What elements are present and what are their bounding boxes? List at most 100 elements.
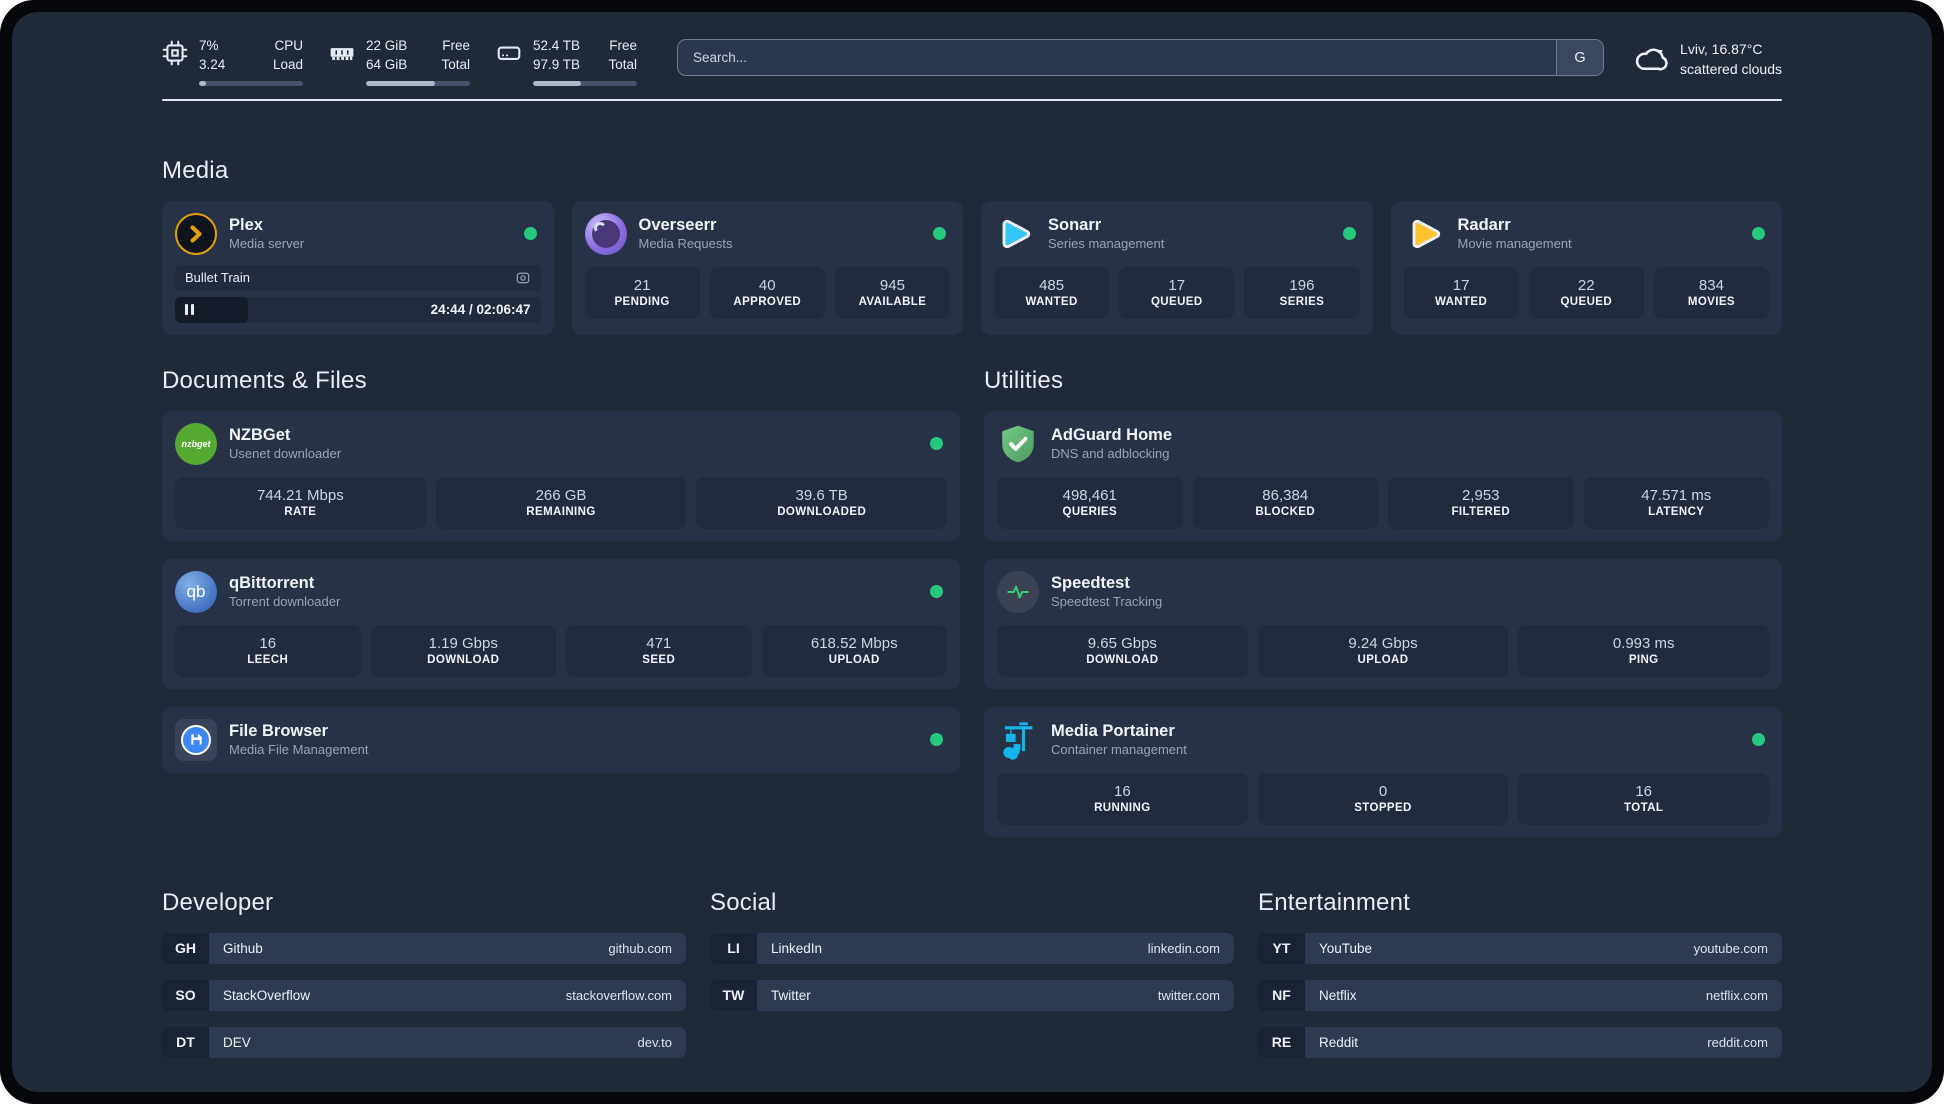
plex-card[interactable]: Plex Media server Bullet Train 24:44 / 0… [162, 200, 554, 335]
adguard-card[interactable]: AdGuard Home DNS and adblocking 498,461 Q… [984, 410, 1782, 541]
filebrowser-card[interactable]: File Browser Media File Management [162, 706, 960, 773]
overseerr-status-dot [933, 227, 946, 241]
cpu-load-label: Load [272, 56, 303, 72]
portainer-crane-icon [997, 719, 1039, 761]
disk-total-value: 97.9 TB [533, 56, 581, 72]
stat-available: 945 AVAILABLE [834, 266, 951, 319]
weather-widget: Lviv, 16.87°C scattered clouds [1632, 39, 1782, 80]
stat-total: 16 TOTAL [1518, 772, 1770, 825]
nzbget-status-dot [930, 437, 943, 451]
utilities-section: Utilities AdGuard Home DNS and adblockin… [984, 367, 1782, 837]
link-reddit[interactable]: RE Reddit reddit.com [1258, 1026, 1782, 1058]
nzbget-card[interactable]: nzbget NZBGet Usenet downloader 744.21 M… [162, 410, 960, 541]
radarr-card[interactable]: Radarr Movie management 17 WANTED 22 QUEUE… [1390, 200, 1782, 335]
memory-free-label: Free [442, 38, 470, 53]
plex-status-dot [523, 227, 537, 241]
stat-approved: 40 APPROVED [709, 266, 825, 319]
stat-download: 9.65 Gbps DOWNLOAD [997, 624, 1248, 677]
sonarr-card[interactable]: Sonarr Series management 485 WANTED 17 QUE… [981, 200, 1373, 335]
cpu-usage-value: 7% [199, 38, 219, 53]
link-linkedin[interactable]: LI LinkedIn linkedin.com [710, 932, 1234, 964]
link-abbr: LI [710, 932, 757, 964]
plex-name: Plex [229, 216, 263, 235]
disk-total-label: Total [608, 56, 637, 72]
link-dev[interactable]: DT DEV dev.to [162, 1026, 686, 1058]
adguard-shield-icon [997, 423, 1039, 465]
stat-upload: 9.24 Gbps UPLOAD [1257, 624, 1509, 677]
stat-running: 16 RUNNING [997, 772, 1248, 825]
stat-movies: 834 MOVIES [1653, 266, 1770, 319]
sonarr-icon [994, 213, 1036, 255]
link-url: stackoverflow.com [565, 987, 672, 1003]
disk-free-value: 52.4 TB [533, 38, 581, 53]
stat-rate: 744.21 Mbps RATE [175, 476, 426, 529]
plex-icon [175, 212, 217, 255]
radarr-name: Radarr [1457, 216, 1511, 235]
link-url: dev.to [637, 1034, 672, 1050]
link-name: Twitter [771, 987, 811, 1003]
link-stackoverflow[interactable]: SO StackOverflow stackoverflow.com [162, 979, 686, 1011]
adguard-desc: DNS and adblocking [1051, 446, 1170, 462]
portainer-card[interactable]: Media Portainer Container management 16 R… [984, 706, 1782, 837]
stat-stopped: 0 STOPPED [1257, 772, 1509, 825]
link-url: netflix.com [1705, 987, 1768, 1003]
disk-progress-bar [533, 80, 637, 86]
social-section: Social LI LinkedIn linkedin.com TW Twitt… [710, 889, 1234, 1058]
social-section-title: Social [710, 888, 777, 916]
link-name: Github [223, 940, 263, 956]
playback-progress-row: 24:44 / 02:06:47 [175, 296, 541, 323]
stat-ping: 0.993 ms PING [1518, 624, 1770, 677]
portainer-name: Media Portainer [1051, 722, 1175, 741]
speedtest-card[interactable]: Speedtest Speedtest Tracking 9.65 Gbps DO… [984, 558, 1782, 689]
search-engine-button[interactable]: G [1556, 40, 1604, 75]
link-twitter[interactable]: TW Twitter twitter.com [710, 979, 1234, 1011]
radarr-desc: Movie management [1457, 236, 1572, 252]
session-screen-icon[interactable] [515, 270, 531, 286]
entertainment-section: Entertainment YT YouTube youtube.com NF … [1258, 889, 1782, 1058]
playback-time: 24:44 / 02:06:47 [430, 302, 531, 318]
window-frame: 7% 3.24 CPU Load 22 GiB 64 GiB Free Tota… [0, 0, 1944, 1104]
memory-total-label: Total [441, 56, 470, 72]
disk-icon [496, 40, 522, 66]
qbittorrent-card[interactable]: qb qBittorrent Torrent downloader 16 LEEC… [162, 558, 960, 689]
stat-wanted: 485 WANTED [994, 266, 1110, 319]
cpu-stat-group: 7% 3.24 CPU Load [162, 37, 303, 86]
qbittorrent-name: qBittorrent [229, 574, 315, 593]
stat-pending: 21 PENDING [584, 266, 700, 319]
link-url: reddit.com [1707, 1034, 1768, 1050]
stat-queued: 22 QUEUED [1528, 266, 1644, 319]
stat-upload: 618.52 Mbps UPLOAD [761, 624, 947, 677]
pause-icon[interactable] [185, 304, 194, 316]
overseerr-name: Overseerr [638, 216, 717, 235]
sonarr-name: Sonarr [1048, 216, 1102, 235]
link-name: Reddit [1319, 1034, 1359, 1050]
memory-stat-group: 22 GiB 64 GiB Free Total [329, 37, 470, 86]
overseerr-icon [584, 212, 627, 255]
link-youtube[interactable]: YT YouTube youtube.com [1258, 932, 1782, 964]
link-url: github.com [608, 940, 672, 956]
search-input[interactable] [678, 40, 1557, 75]
speedtest-pulse-icon [997, 570, 1039, 613]
search-bar: G [677, 39, 1605, 76]
link-github[interactable]: GH Github github.com [162, 932, 686, 964]
nzbget-icon: nzbget [175, 422, 217, 465]
memory-total-value: 64 GiB [366, 56, 408, 72]
overseerr-card[interactable]: Overseerr Media Requests 21 PENDING 40 APP… [571, 200, 963, 335]
nzbget-name: NZBGet [229, 426, 291, 445]
developer-section: Developer GH Github github.com SO StackO… [162, 889, 686, 1058]
now-playing-title: Bullet Train [185, 270, 251, 286]
stat-download: 1.19 Gbps DOWNLOAD [370, 624, 556, 677]
link-netflix[interactable]: NF Netflix netflix.com [1258, 979, 1782, 1011]
documents-section: Documents & Files nzbget NZBGet Usenet d… [162, 367, 960, 773]
qbittorrent-desc: Torrent downloader [229, 594, 341, 610]
top-bar: 7% 3.24 CPU Load 22 GiB 64 GiB Free Tota… [162, 37, 1782, 86]
link-abbr: NF [1258, 979, 1305, 1011]
stat-latency: 47.571 ms LATENCY [1583, 476, 1769, 529]
stat-remaining: 266 GB REMAINING [435, 476, 687, 529]
link-abbr: DT [162, 1026, 209, 1058]
cpu-label: CPU [274, 38, 303, 53]
filebrowser-status-dot [930, 733, 943, 747]
stat-seed: 471 SEED [566, 624, 752, 677]
sonarr-status-dot [1342, 227, 1356, 241]
media-grid: Plex Media server Bullet Train 24:44 / 0… [162, 200, 1782, 335]
